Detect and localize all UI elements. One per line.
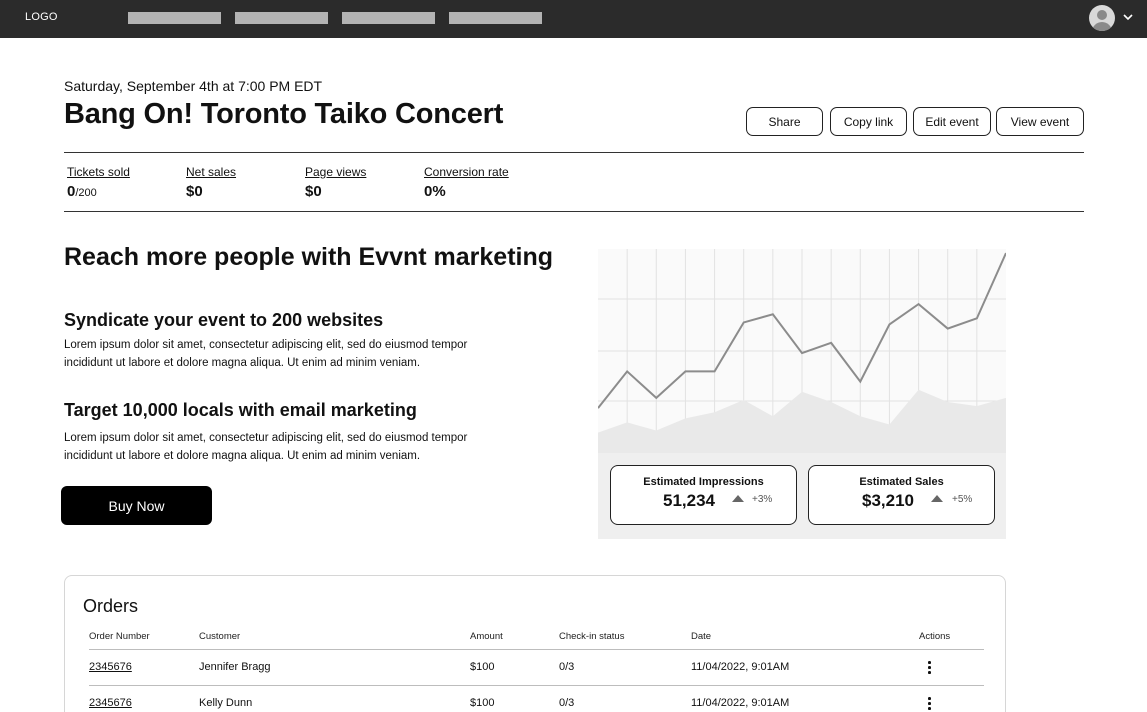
marketing-title: Reach more people with Evvnt marketing [64, 243, 554, 271]
column-header-amount[interactable]: Amount [470, 631, 503, 642]
stat-value: $0 [186, 183, 203, 200]
orders-card [64, 575, 1006, 712]
stat-value: $0 [305, 183, 322, 200]
edit-event-button[interactable]: Edit event [913, 107, 991, 136]
card-delta: +3% [752, 494, 773, 505]
stat-value: 0/200 [67, 183, 130, 200]
logo[interactable]: LOGO [25, 11, 58, 23]
chevron-down-icon[interactable] [1122, 10, 1134, 24]
stat-tickets-sold: Tickets sold 0/200 [67, 165, 130, 200]
stat-conversion-rate: Conversion rate 0% [424, 165, 509, 200]
top-nav-bar: LOGO [0, 0, 1147, 38]
stat-label[interactable]: Net sales [186, 165, 236, 179]
order-number-link[interactable]: 2345676 [89, 697, 132, 709]
column-header-customer[interactable]: Customer [199, 631, 240, 642]
buy-now-button[interactable]: Buy Now [61, 486, 212, 525]
stat-label[interactable]: Page views [305, 165, 366, 179]
trend-up-icon [732, 495, 744, 502]
event-date: Saturday, September 4th at 7:00 PM EDT [64, 78, 323, 94]
stat-page-views: Page views $0 [305, 165, 366, 200]
customer-name: Jennifer Bragg [199, 661, 271, 673]
checkin-status: 0/3 [559, 661, 575, 673]
feature-description: Lorem ipsum dolor sit amet, consectetur … [64, 432, 468, 462]
card-label: Estimated Sales [859, 476, 944, 488]
event-title: Bang On! Toronto Taiko Concert [64, 98, 504, 130]
table-header-divider [89, 649, 984, 650]
column-header-actions: Actions [919, 631, 951, 642]
order-amount: $100 [470, 661, 495, 673]
stat-label[interactable]: Conversion rate [424, 165, 509, 179]
tickets-capacity: /200 [75, 187, 97, 199]
checkin-status: 0/3 [559, 697, 575, 709]
estimated-impressions-card: Estimated Impressions 51,234 +3% [610, 465, 797, 525]
table-row-divider [89, 685, 984, 686]
nav-link-1[interactable] [128, 12, 221, 24]
column-header-date[interactable]: Date [691, 631, 711, 642]
customer-name: Kelly Dunn [199, 697, 253, 709]
card-label: Estimated Impressions [643, 476, 764, 488]
order-date: 11/04/2022, 9:01AM [691, 697, 790, 709]
card-value: $3,210 [862, 491, 914, 510]
stat-net-sales: Net sales $0 [186, 165, 236, 200]
copy-link-button[interactable]: Copy link [830, 107, 907, 136]
more-actions-icon[interactable] [925, 697, 933, 711]
user-avatar[interactable] [1089, 5, 1115, 31]
nav-link-2[interactable] [235, 12, 328, 24]
column-header-checkin-status[interactable]: Check-in status [559, 631, 624, 642]
feature-description: Lorem ipsum dolor sit amet, consectetur … [64, 339, 468, 369]
estimated-sales-card: Estimated Sales $3,210 +5% [808, 465, 995, 525]
orders-title: Orders [83, 596, 139, 616]
more-actions-icon[interactable] [925, 661, 933, 675]
stat-value: 0% [424, 183, 446, 200]
column-header-order-number[interactable]: Order Number [89, 631, 150, 642]
stats-divider [64, 211, 1084, 212]
card-delta: +5% [952, 494, 973, 505]
feature-heading: Target 10,000 locals with email marketin… [64, 400, 417, 420]
nav-link-4[interactable] [449, 12, 542, 24]
nav-link-3[interactable] [342, 12, 435, 24]
header-divider [64, 152, 1084, 153]
view-event-button[interactable]: View event [996, 107, 1084, 136]
avatar-head-shape [1097, 10, 1107, 20]
trend-up-icon [931, 495, 943, 502]
feature-heading: Syndicate your event to 200 websites [64, 310, 384, 330]
stat-label[interactable]: Tickets sold [67, 165, 130, 179]
order-number-link[interactable]: 2345676 [89, 661, 132, 673]
avatar-body-shape [1092, 22, 1112, 31]
card-value: 51,234 [663, 491, 715, 510]
order-date: 11/04/2022, 9:01AM [691, 661, 790, 673]
order-amount: $100 [470, 697, 495, 709]
share-button[interactable]: Share [746, 107, 823, 136]
